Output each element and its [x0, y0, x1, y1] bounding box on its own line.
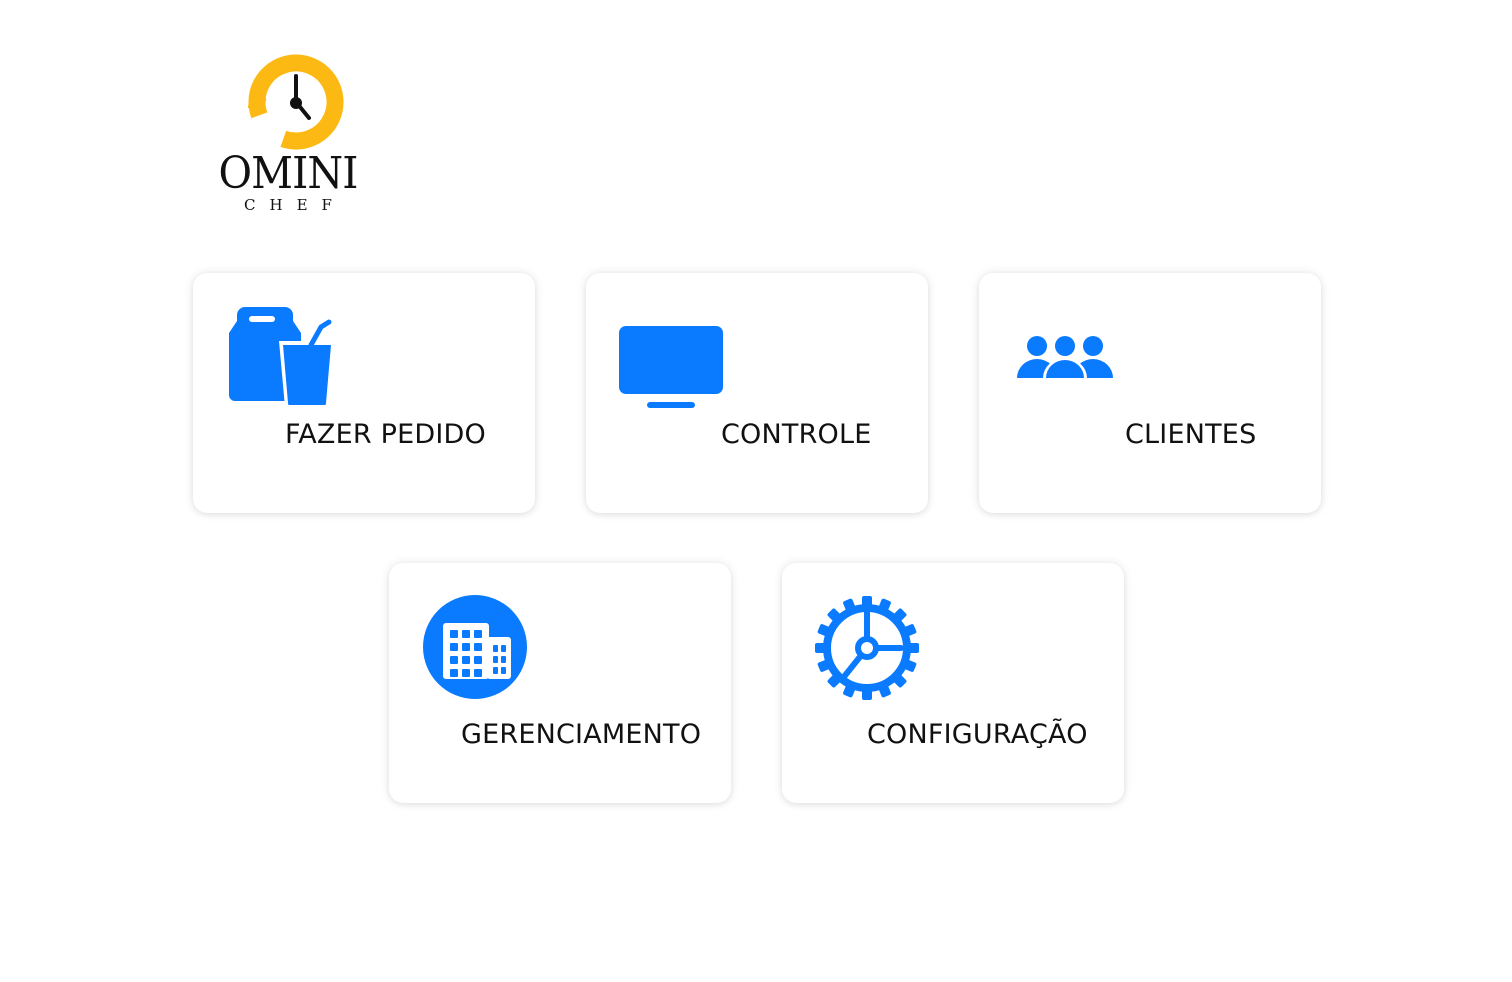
- control-card-label: CONTROLE: [721, 419, 872, 450]
- management-card-button[interactable]: GERENCIAMENTO: [389, 563, 731, 803]
- home-screen: OMINI CHEF FAZER PEDIDO CONTROLE CLIENTE…: [0, 0, 1512, 982]
- users-group-icon: [1017, 336, 1113, 378]
- clients-card-label: CLIENTES: [1125, 419, 1257, 450]
- management-card-label: GERENCIAMENTO: [461, 719, 702, 750]
- food-bag-drink-icon: [229, 307, 333, 405]
- control-card-button[interactable]: CONTROLE: [586, 273, 928, 513]
- building-icon: [423, 595, 527, 699]
- logo-wordmark: OMINI CHEF: [208, 148, 368, 214]
- order-card-label: FAZER PEDIDO: [285, 419, 486, 450]
- settings-card-button[interactable]: CONFIGURAÇÃO: [782, 563, 1124, 803]
- omini-chef-logo: OMINI CHEF: [208, 50, 368, 220]
- logo-subtitle: CHEF: [244, 196, 346, 214]
- clients-card-button[interactable]: CLIENTES: [979, 273, 1321, 513]
- monitor-icon: [619, 326, 723, 408]
- logo-title: OMINI: [218, 148, 359, 199]
- clock-refresh-icon: [247, 54, 344, 150]
- gear-icon: [815, 596, 919, 700]
- settings-card-label: CONFIGURAÇÃO: [867, 719, 1088, 750]
- order-card-button[interactable]: FAZER PEDIDO: [193, 273, 535, 513]
